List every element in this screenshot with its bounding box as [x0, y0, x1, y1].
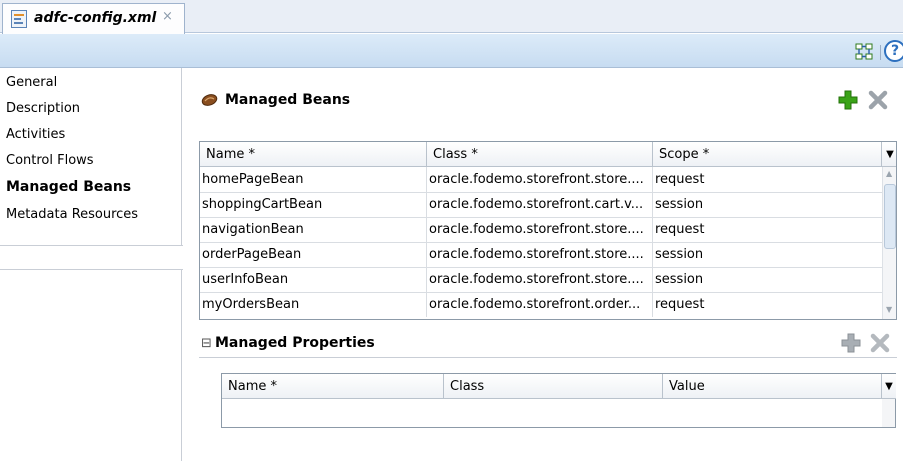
table-row[interactable]: shoppingCartBean oracle.fodemo.storefron… [200, 192, 882, 218]
document-tab[interactable]: adfc-config.xml × [2, 3, 185, 34]
scroll-down-icon[interactable]: ▼ [886, 305, 892, 314]
bean-name: navigationBean [200, 217, 427, 242]
bean-scope: session [655, 247, 704, 262]
toolbar-separator [880, 45, 881, 60]
bean-class: oracle.fodemo.storefront.store.... [427, 242, 653, 267]
nav-item-activities[interactable]: Activities [6, 127, 65, 142]
overview-nav: General Description Activities Control F… [0, 68, 183, 461]
column-chooser-icon[interactable]: ▼ [882, 142, 896, 167]
bean-scope: request [655, 222, 705, 237]
column-header-scope[interactable]: Scope * [653, 142, 882, 167]
section-divider [199, 357, 897, 358]
column-header-class[interactable]: Class [444, 374, 663, 399]
table-row[interactable]: homePageBean oracle.fodemo.storefront.st… [200, 167, 882, 193]
table-row[interactable]: navigationBean oracle.fodemo.storefront.… [200, 217, 882, 243]
help-icon[interactable]: ? [884, 40, 903, 62]
document-tab-title: adfc-config.xml [34, 10, 157, 26]
bean-class: oracle.fodemo.storefront.store.... [427, 167, 653, 192]
bean-class: oracle.fodemo.storefront.cart.v... [427, 192, 653, 217]
bean-name: shoppingCartBean [200, 192, 427, 217]
column-header-value[interactable]: Value [663, 374, 882, 399]
column-chooser-icon[interactable]: ▼ [882, 374, 896, 399]
column-header-name[interactable]: Name * [222, 374, 444, 399]
table-row[interactable]: myOrdersBean oracle.fodemo.storefront.or… [200, 292, 882, 317]
managed-properties-table: Name * Class Value ▼ [221, 373, 896, 428]
expand-view-icon[interactable] [855, 43, 874, 61]
add-property-icon[interactable] [841, 333, 861, 353]
bean-scope: session [655, 272, 704, 287]
managed-properties-title: Managed Properties [215, 335, 375, 351]
bean-class: oracle.fodemo.storefront.store.... [427, 267, 653, 292]
remove-bean-icon[interactable] [868, 90, 888, 110]
table-row[interactable]: orderPageBean oracle.fodemo.storefront.s… [200, 242, 882, 268]
vertical-scrollbar[interactable] [882, 399, 895, 427]
editor-toolbar [0, 34, 903, 68]
column-header-name[interactable]: Name * [200, 142, 427, 167]
nav-item-control-flows[interactable]: Control Flows [6, 153, 94, 168]
bean-scope: request [655, 172, 705, 187]
bean-name: userInfoBean [200, 267, 427, 292]
bean-name: homePageBean [200, 167, 427, 192]
bean-name: myOrdersBean [200, 292, 427, 317]
column-header-class[interactable]: Class * [427, 142, 653, 167]
nav-item-description[interactable]: Description [6, 101, 80, 116]
scroll-up-icon[interactable]: ▲ [886, 169, 892, 178]
nav-selection-highlight [0, 245, 183, 270]
scrollbar-thumb[interactable] [884, 184, 896, 249]
bean-name: orderPageBean [200, 242, 427, 267]
bean-class: oracle.fodemo.storefront.store.... [427, 217, 653, 242]
close-tab-icon[interactable]: × [162, 9, 173, 24]
xml-file-icon [11, 10, 27, 28]
bean-scope: request [655, 297, 705, 312]
managed-beans-table: Name * Class * Scope * ▼ homePageBean or… [199, 141, 897, 320]
managed-beans-title: Managed Beans [225, 92, 351, 108]
table-row[interactable]: userInfoBean oracle.fodemo.storefront.st… [200, 267, 882, 293]
nav-item-general[interactable]: General [6, 75, 57, 90]
vertical-scrollbar[interactable]: ▲ ▼ [882, 167, 896, 319]
nav-item-metadata-resources[interactable]: Metadata Resources [6, 207, 138, 222]
collapse-section-icon[interactable]: ⊟ [201, 336, 212, 351]
bean-icon [201, 94, 218, 106]
bean-class: oracle.fodemo.storefront.order... [427, 292, 653, 317]
bean-scope: session [655, 197, 704, 212]
nav-item-managed-beans[interactable]: Managed Beans [6, 179, 131, 195]
add-bean-icon[interactable] [838, 90, 858, 110]
remove-property-icon[interactable] [870, 333, 890, 353]
